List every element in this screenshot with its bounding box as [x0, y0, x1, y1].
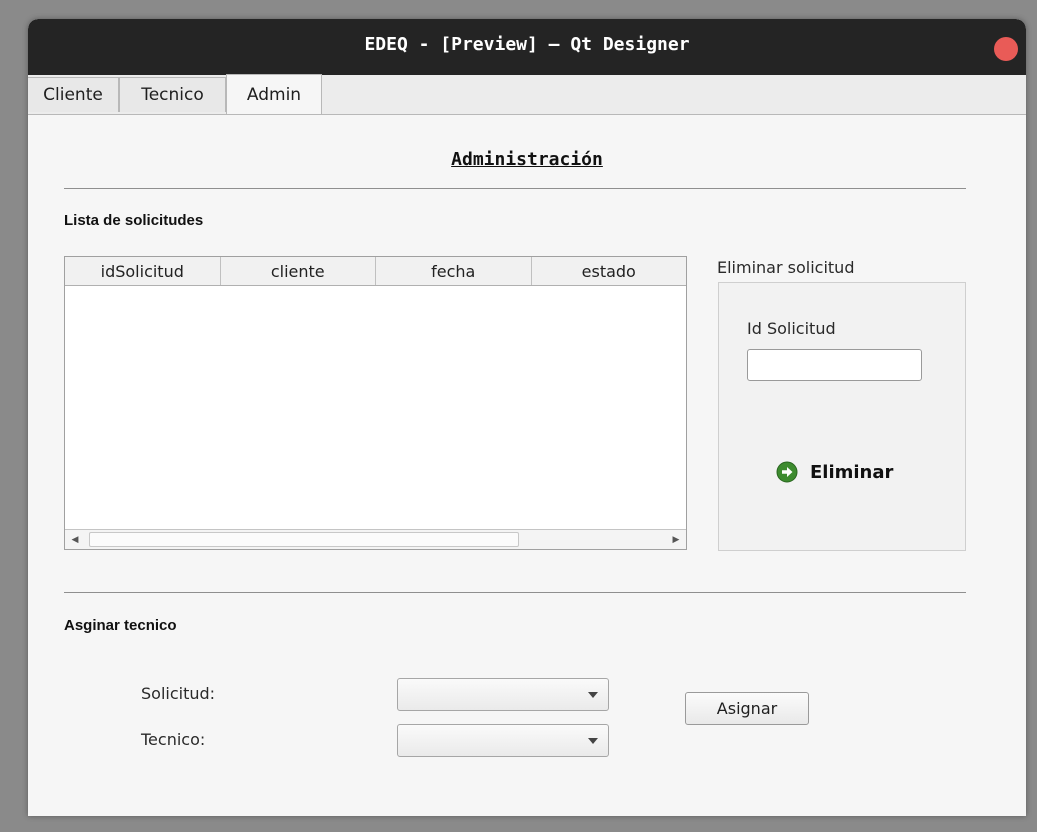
column-header-estado[interactable]: estado	[532, 257, 687, 285]
tecnico-label: Tecnico:	[141, 730, 206, 749]
title-bar[interactable]: EDEQ - [Preview] — Qt Designer	[28, 19, 1026, 75]
go-arrow-icon	[776, 461, 798, 483]
tab-admin[interactable]: Admin	[226, 74, 322, 114]
tecnico-combobox[interactable]	[397, 724, 609, 757]
column-header-idsolicitud[interactable]: idSolicitud	[65, 257, 221, 285]
tab-bar: Cliente Tecnico Admin	[28, 74, 1026, 115]
id-solicitud-label: Id Solicitud	[747, 319, 836, 338]
id-solicitud-input[interactable]	[747, 349, 922, 381]
tab-tecnico[interactable]: Tecnico	[119, 77, 226, 112]
close-window-button[interactable]	[994, 37, 1018, 61]
column-header-fecha[interactable]: fecha	[376, 257, 532, 285]
table-header: idSolicitud cliente fecha estado	[65, 257, 686, 286]
scroll-left-arrow-icon[interactable]: ◀	[65, 530, 85, 549]
horizontal-scrollbar[interactable]: ◀ ▶	[65, 529, 686, 549]
bottom-divider	[64, 592, 966, 593]
requests-table[interactable]: idSolicitud cliente fecha estado ◀ ▶	[64, 256, 687, 550]
delete-request-group-title: Eliminar solicitud	[717, 258, 855, 277]
solicitud-label: Solicitud:	[141, 684, 216, 703]
admin-heading: Administración	[451, 149, 603, 170]
assign-tech-label: Asginar tecnico	[64, 617, 177, 634]
eliminar-button-label: Eliminar	[810, 461, 894, 483]
solicitud-combobox[interactable]	[397, 678, 609, 711]
eliminar-button[interactable]: Eliminar	[776, 457, 893, 487]
requests-list-label: Lista de solicitudes	[64, 212, 204, 229]
tab-cliente[interactable]: Cliente	[28, 77, 119, 112]
window-title: EDEQ - [Preview] — Qt Designer	[364, 34, 690, 55]
scroll-right-arrow-icon[interactable]: ▶	[666, 530, 686, 549]
scrollbar-thumb[interactable]	[89, 532, 519, 547]
app-window: EDEQ - [Preview] — Qt Designer Cliente T…	[28, 19, 1026, 816]
asignar-button[interactable]: Asignar	[685, 692, 809, 725]
column-header-cliente[interactable]: cliente	[221, 257, 376, 285]
chevron-down-icon	[588, 738, 598, 744]
top-divider	[64, 188, 966, 189]
chevron-down-icon	[588, 692, 598, 698]
